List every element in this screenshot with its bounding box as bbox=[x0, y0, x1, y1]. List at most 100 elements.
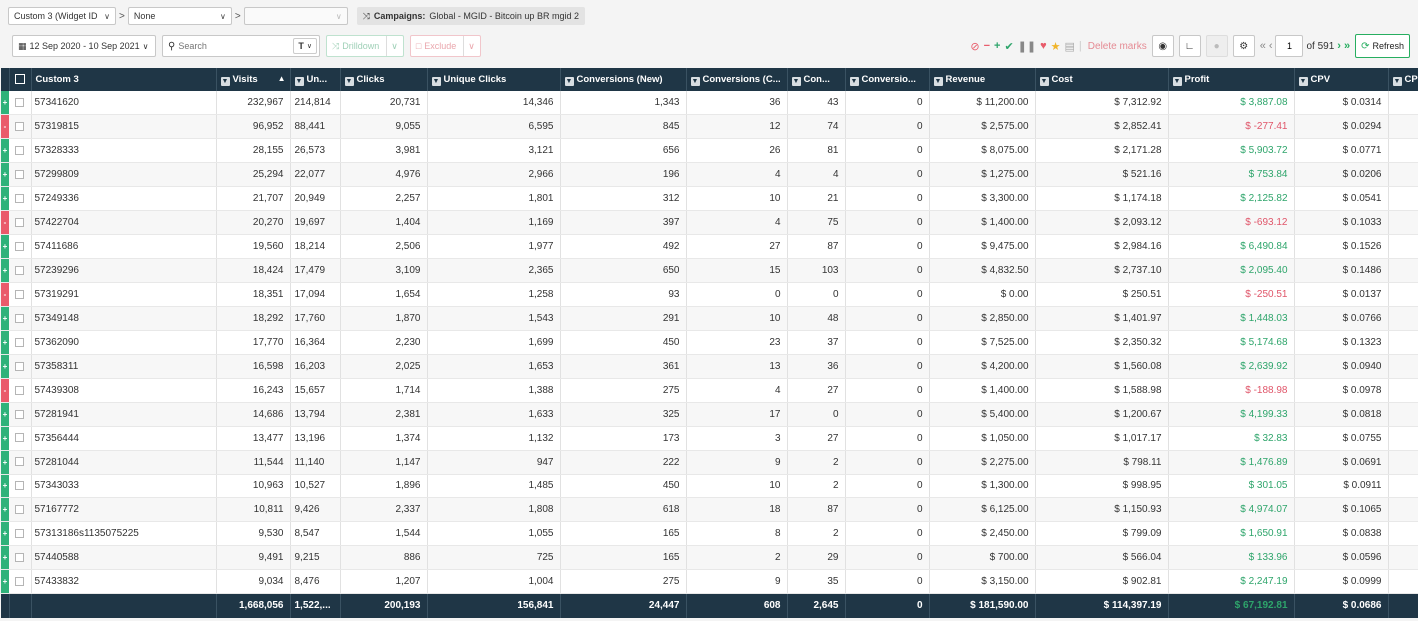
delete-marks-button[interactable]: Delete marks bbox=[1088, 41, 1147, 52]
row-checkbox[interactable] bbox=[15, 146, 25, 156]
first-page-icon[interactable]: « bbox=[1260, 40, 1266, 52]
column-header-profit[interactable]: ▼ Profit bbox=[1168, 68, 1295, 91]
row-checkbox[interactable] bbox=[15, 481, 25, 491]
select-all-checkbox[interactable] bbox=[9, 68, 32, 91]
table-row[interactable]: -57319291 18,351 17,094 1,654 1,258 93 0 0 0 $ 0.… bbox=[1, 282, 1418, 307]
filter-icon[interactable]: ▼ bbox=[344, 76, 354, 86]
filter-icon[interactable]: ▼ bbox=[220, 76, 230, 86]
minus-icon[interactable]: − bbox=[984, 40, 990, 52]
column-header-unique-clicks[interactable]: ▼ Unique Clicks bbox=[427, 68, 561, 91]
filter-icon[interactable]: ▼ bbox=[791, 76, 801, 86]
column-header-con[interactable]: ▼ Con... bbox=[787, 68, 846, 91]
filter-icon[interactable]: ▼ bbox=[933, 76, 943, 86]
row-checkbox[interactable] bbox=[15, 577, 25, 587]
row-checkbox[interactable] bbox=[15, 409, 25, 419]
table-row[interactable]: +57356444 13,477 13,196 1,374 1,132 173 3 27 0 $ … bbox=[1, 426, 1418, 451]
table-row[interactable]: +57411686 19,560 18,214 2,506 1,977 492 27 87 0 $… bbox=[1, 234, 1418, 260]
filter-icon[interactable]: ▼ bbox=[1298, 76, 1308, 86]
table-row[interactable]: +57440588 9,491 9,215 886 725 165 2 29 0 $ 700.00… bbox=[1, 545, 1418, 571]
row-checkbox[interactable] bbox=[15, 337, 25, 347]
filter-icon[interactable]: ▼ bbox=[1392, 76, 1402, 86]
table-row[interactable]: +57313186s1135075225 9,530 8,547 1,544 1,055… bbox=[1, 521, 1418, 547]
filter-icon[interactable]: ▼ bbox=[431, 76, 441, 86]
group-select-3[interactable]: ∨ bbox=[243, 7, 348, 25]
table-row[interactable]: +57328333 28,155 26,573 3,981 3,121 656 26 81 0 $… bbox=[1, 138, 1418, 164]
table-row[interactable]: +57349148 18,292 17,760 1,870 1,543 291 10 48 0 $… bbox=[1, 306, 1418, 331]
column-header-conversions-new[interactable]: ▼ Conversions (New) bbox=[560, 68, 687, 91]
pause-icon[interactable]: ❚❚ bbox=[1018, 40, 1036, 53]
drilldown-button[interactable]: ⤨ Drilldown ∨ bbox=[326, 35, 404, 57]
exclude-button[interactable]: □ Exclude ∨ bbox=[409, 35, 481, 57]
chevron-down-icon[interactable]: ∨ bbox=[386, 36, 398, 56]
filter-icon[interactable]: ▼ bbox=[690, 76, 700, 86]
ban-icon[interactable]: ⊘ bbox=[970, 40, 979, 53]
row-checkbox[interactable] bbox=[15, 241, 25, 251]
column-header-unique[interactable]: ▼ Un... bbox=[290, 68, 341, 91]
row-checkbox[interactable] bbox=[15, 218, 25, 228]
next-page-icon[interactable]: › bbox=[1337, 40, 1341, 52]
chevron-down-icon[interactable]: ∨ bbox=[463, 36, 475, 56]
filter-icon[interactable]: ▼ bbox=[294, 76, 304, 86]
row-checkbox[interactable] bbox=[15, 361, 25, 371]
campaign-breadcrumb[interactable]: ⤨ Campaigns: Global - MGID - Bitcoin up … bbox=[356, 7, 585, 25]
row-checkbox[interactable] bbox=[15, 529, 25, 539]
column-header-conversio[interactable]: ▼ Conversio... bbox=[845, 68, 930, 91]
column-header-custom3[interactable]: Custom 3 bbox=[31, 68, 217, 91]
column-header-clicks[interactable]: ▼ Clicks bbox=[340, 68, 428, 91]
table-row[interactable]: +57167772 10,811 9,426 2,337 1,808 618 18 87 0 $ … bbox=[1, 497, 1418, 523]
row-checkbox[interactable] bbox=[15, 194, 25, 204]
table-row[interactable]: +57343033 10,963 10,527 1,896 1,485 450 10 2 0 $ … bbox=[1, 474, 1418, 499]
table-row[interactable]: +57433832 9,034 8,476 1,207 1,004 275 9 35 0 $ 3,… bbox=[1, 569, 1418, 595]
table-row[interactable]: +57299809 25,294 22,077 4,976 2,966 196 4 4 0 $ 1… bbox=[1, 162, 1418, 188]
group-select-1[interactable]: Custom 3 (Widget ID ∨ bbox=[8, 7, 116, 25]
prev-page-icon[interactable]: ‹ bbox=[1269, 40, 1273, 52]
table-row[interactable]: +57362090 17,770 16,364 2,230 1,699 450 23 37 0 $… bbox=[1, 330, 1418, 355]
row-checkbox[interactable] bbox=[15, 98, 25, 108]
date-range-picker[interactable]: ▦ 12 Sep 2020 - 10 Sep 2021 ∨ bbox=[12, 35, 156, 57]
column-header-cost[interactable]: ▼ Cost bbox=[1035, 68, 1169, 91]
trash-icon[interactable]: ▤ bbox=[1065, 40, 1075, 53]
row-checkbox[interactable] bbox=[15, 553, 25, 563]
table-row[interactable]: +57358311 16,598 16,203 2,025 1,653 361 13 36 0 $… bbox=[1, 354, 1418, 379]
eye-icon[interactable]: ◉ bbox=[1151, 35, 1174, 57]
refresh-button[interactable]: ⟳ Refresh bbox=[1355, 34, 1410, 58]
table-row[interactable]: +57281044 11,544 11,140 1,147 947 222 9 2 0 $ 2,2… bbox=[1, 450, 1418, 475]
table-row[interactable]: +57341620 232,967 214,814 20,731 14,346 1,343… bbox=[1, 91, 1418, 116]
table-row[interactable]: +57239296 18,424 17,479 3,109 2,365 650 15 103 0… bbox=[1, 258, 1418, 283]
check-icon[interactable]: ✔ bbox=[1004, 40, 1013, 53]
column-header-visits[interactable]: ▼ Visits ▲ bbox=[216, 68, 291, 91]
row-checkbox[interactable] bbox=[15, 122, 25, 132]
column-header-cp[interactable]: ▼ CP bbox=[1388, 68, 1418, 91]
row-checkbox[interactable] bbox=[15, 289, 25, 299]
gear-icon[interactable]: ⚙ bbox=[1232, 35, 1255, 57]
filter-icon[interactable]: ▼ bbox=[849, 76, 859, 86]
heart-icon[interactable]: ♥ bbox=[1040, 40, 1047, 52]
column-header-revenue[interactable]: ▼ Revenue bbox=[929, 68, 1036, 91]
table-row[interactable]: +57281941 14,686 13,794 2,381 1,633 325 17 0 0 $ … bbox=[1, 402, 1418, 427]
last-page-icon[interactable]: » bbox=[1344, 40, 1350, 52]
chart-icon[interactable]: ∟ bbox=[1178, 35, 1201, 57]
row-checkbox[interactable] bbox=[15, 457, 25, 467]
search-input[interactable] bbox=[178, 41, 294, 51]
table-row[interactable]: -57319815 96,952 88,441 9,055 6,595 845 12 74 0 $… bbox=[1, 114, 1418, 140]
filter-icon[interactable]: ▼ bbox=[564, 76, 574, 86]
page-number-input[interactable] bbox=[1275, 35, 1304, 57]
text-search-toggle[interactable]: T ∨ bbox=[293, 38, 317, 54]
filter-icon[interactable]: ▼ bbox=[1039, 76, 1049, 86]
comment-icon[interactable]: ● bbox=[1205, 35, 1228, 57]
plus-icon[interactable]: + bbox=[994, 40, 1000, 52]
row-checkbox[interactable] bbox=[15, 313, 25, 323]
row-checkbox[interactable] bbox=[15, 433, 25, 443]
group-select-2[interactable]: None ∨ bbox=[127, 7, 232, 25]
filter-icon[interactable]: ▼ bbox=[1172, 76, 1182, 86]
row-checkbox[interactable] bbox=[15, 170, 25, 180]
row-checkbox[interactable] bbox=[15, 385, 25, 395]
column-header-conversions-c[interactable]: ▼ Conversions (C... bbox=[686, 68, 788, 91]
star-icon[interactable]: ★ bbox=[1051, 40, 1061, 53]
row-checkbox[interactable] bbox=[15, 265, 25, 275]
column-header-cpv[interactable]: ▼ CPV bbox=[1294, 68, 1389, 91]
row-checkbox[interactable] bbox=[15, 505, 25, 515]
table-row[interactable]: +57249336 21,707 20,949 2,257 1,801 312 10 21 0 $… bbox=[1, 186, 1418, 212]
table-row[interactable]: -57439308 16,243 15,657 1,714 1,388 275 4 27 0 $ … bbox=[1, 378, 1418, 403]
table-row[interactable]: -57422704 20,270 19,697 1,404 1,169 397 4 75 0 $ … bbox=[1, 210, 1418, 236]
